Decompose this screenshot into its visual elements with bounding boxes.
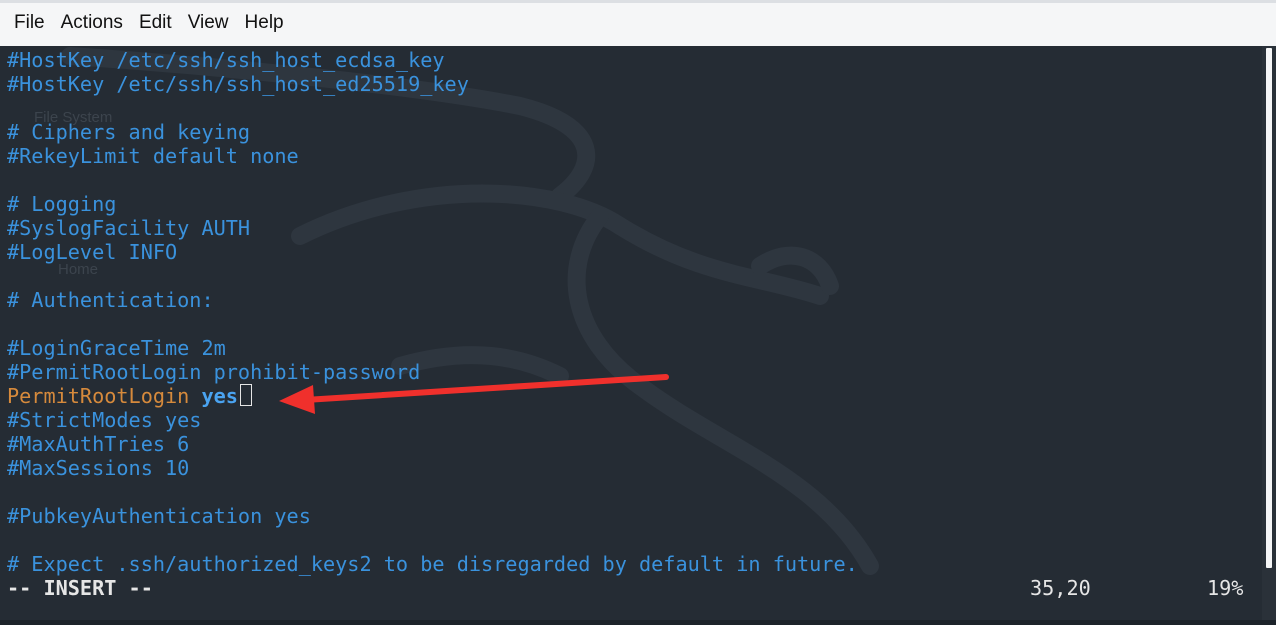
empty-line <box>7 168 858 192</box>
config-value: yes <box>201 384 238 408</box>
comment-line: #LogLevel INFO <box>7 240 178 264</box>
comment-line: # Expect .ssh/authorized_keys2 to be dis… <box>7 552 858 576</box>
menu-edit[interactable]: Edit <box>131 8 180 38</box>
empty-line <box>7 96 858 120</box>
comment-line: #LoginGraceTime 2m <box>7 336 226 360</box>
cursor-position: 35,20 <box>1030 576 1091 600</box>
comment-line: # Logging <box>7 192 117 216</box>
comment-line: #MaxSessions 10 <box>7 456 190 480</box>
mode-indicator: -- INSERT -- <box>7 576 153 600</box>
menubar: File Actions Edit View Help <box>0 0 1276 46</box>
config-keyword: PermitRootLogin <box>7 384 190 408</box>
menu-help[interactable]: Help <box>237 8 292 38</box>
terminal-window: File Actions Edit View Help File System … <box>0 0 1276 625</box>
menu-actions[interactable]: Actions <box>53 8 131 38</box>
terminal-area[interactable]: File System Home #HostKey /etc/ssh/ssh_h… <box>0 46 1262 620</box>
empty-line <box>7 528 858 552</box>
scrollbar[interactable] <box>1262 46 1276 620</box>
comment-line: #SyslogFacility AUTH <box>7 216 251 240</box>
scrollbar-thumb[interactable] <box>1266 48 1272 568</box>
comment-line: #PermitRootLogin prohibit-password <box>7 360 421 384</box>
empty-line <box>7 312 858 336</box>
comment-line: #MaxAuthTries 6 <box>7 432 190 456</box>
comment-line: # Ciphers and keying <box>7 120 251 144</box>
empty-line <box>7 480 858 504</box>
editor-buffer[interactable]: #HostKey /etc/ssh/ssh_host_ecdsa_key #Hos… <box>7 48 858 576</box>
active-config-line: PermitRootLogin yes <box>7 384 858 408</box>
comment-line: #PubkeyAuthentication yes <box>7 504 311 528</box>
comment-line: # Authentication: <box>7 288 214 312</box>
text-cursor <box>239 384 252 406</box>
comment-line: #RekeyLimit default none <box>7 144 299 168</box>
comment-line: #HostKey /etc/ssh/ssh_host_ed25519_key <box>7 72 469 96</box>
window-title-strip <box>0 0 1276 3</box>
comment-line: #StrictModes yes <box>7 408 202 432</box>
scroll-percent: 19% <box>1207 576 1244 600</box>
comment-line: #HostKey /etc/ssh/ssh_host_ecdsa_key <box>7 48 445 72</box>
menu-file[interactable]: File <box>6 8 53 38</box>
window-bottom-edge <box>0 620 1276 625</box>
menu-view[interactable]: View <box>180 8 237 38</box>
vim-statusbar: -- INSERT -- 35,20 19% <box>0 576 1262 600</box>
empty-line <box>7 264 858 288</box>
